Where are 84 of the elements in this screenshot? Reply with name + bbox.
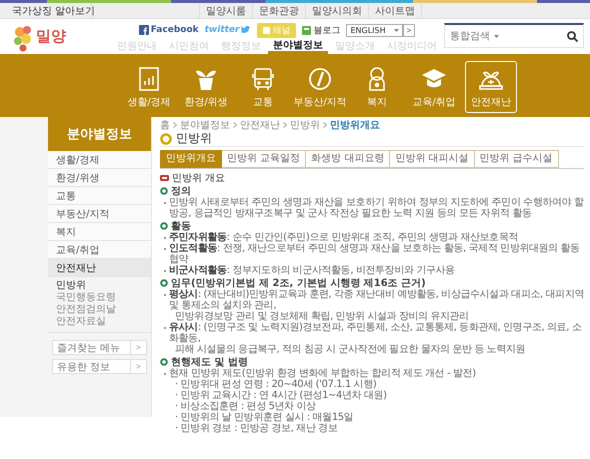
sidebar-item[interactable]: 교육/취업	[48, 241, 151, 259]
item-text: 비군사적활동: 정부지도하의 비군사적활동, 비전투장비와 기구사용	[169, 265, 456, 276]
subsection-title: 임무(민방위기본법 제 2조, 기본법 시행령 제16조 근거)	[171, 277, 426, 289]
blog-link[interactable]: 블로그	[302, 24, 340, 36]
quick-menu-link[interactable]: 유용한 정보	[53, 360, 130, 373]
submenu-item[interactable]: 국민행동요령	[56, 292, 151, 304]
tab[interactable]: 민방위 급수시설	[474, 150, 559, 168]
sidebar-item[interactable]: 생활/경제	[48, 151, 151, 169]
section-heading: 민방위 개요	[172, 172, 226, 184]
item-text: · 비상소집훈련 : 편성 5년차 이상	[174, 401, 317, 412]
category-tab[interactable]: 생활/경제	[123, 61, 175, 113]
item-text: 피해 시설물의 응급복구, 적의 침공 시 군사작전에 필요한 물자의 운반 등 노력지원	[174, 344, 526, 355]
item-text: · 민방위 교육시간 : 연 4시간 (편성1~4년차 대원)	[174, 390, 388, 401]
facebook-icon	[138, 25, 149, 35]
sidebar-item[interactable]: 부동산/지적	[48, 205, 151, 223]
ring-icon	[160, 358, 168, 366]
nav-item[interactable]: 분야별정보	[268, 38, 328, 54]
tab[interactable]: 화생방 대피요령	[306, 150, 390, 168]
sidebar-item[interactable]: 교통	[48, 187, 151, 205]
sidebar-item[interactable]: 복지	[48, 223, 151, 241]
twitter-link[interactable]: twitter	[204, 25, 252, 35]
search-icon	[567, 30, 578, 42]
caret-icon	[494, 34, 499, 38]
ring-icon	[160, 187, 168, 195]
top-link[interactable]: 문화관광	[252, 3, 305, 18]
item-text: 주민자위활동: 순수 민간인(주민)으로 민방위대 조직, 주민의 생명과 재산보호목적	[169, 232, 520, 243]
chevron-icon	[173, 122, 177, 128]
national-symbol-link[interactable]: 국가상징 알아보기	[12, 4, 96, 18]
sidebar-item[interactable]: 환경/위생	[48, 169, 151, 187]
category-tab[interactable]: 교통	[237, 61, 289, 113]
category-icon	[250, 65, 276, 92]
breadcrumb-link[interactable]: 민방위	[290, 118, 320, 132]
caret-icon	[394, 28, 399, 32]
breadcrumb-link[interactable]: 안전재난	[240, 118, 280, 132]
category-tab[interactable]: 복지	[351, 61, 403, 113]
submenu-item[interactable]: 안전자료실	[56, 316, 151, 328]
top-link[interactable]: 밀양시룸	[199, 3, 252, 18]
category-icon	[136, 65, 162, 92]
chevron-icon	[283, 122, 287, 128]
chevron-icon	[323, 122, 327, 128]
breadcrumb-link[interactable]: 홈	[160, 118, 170, 132]
item-text: 유사시: (인명구조 및 노력지원)경보전파, 주민통제, 소산, 교통통제, 등화관제, 인명구조, 의료, 소화활동,	[169, 322, 582, 344]
submenu-item[interactable]: 민방위	[56, 280, 151, 292]
blog-icon	[302, 26, 312, 34]
subsection-title: 정의	[171, 185, 191, 198]
submenu-item[interactable]: 안전점검의날	[56, 304, 151, 316]
tab[interactable]: 민방위개요	[160, 150, 222, 168]
item-text: · 민방위의 날 민방위훈련 실시 : 매월15일	[174, 412, 354, 423]
sidebar-item[interactable]: 안전재난	[48, 259, 151, 277]
heading-icon	[160, 174, 169, 180]
language-select[interactable]: ENGLISH	[346, 24, 403, 36]
tab[interactable]: 민방위 대피시설	[390, 150, 475, 168]
ring-icon	[160, 279, 168, 287]
item-text: 현재 민방위 제도(민방위 환경 변화에 부합하는 합리적 제도 개선 - 발전)	[169, 368, 477, 379]
circle-icon	[160, 132, 172, 144]
sidebar-title: 분야별정보	[48, 117, 151, 151]
top-link[interactable]: 사이트맵	[368, 3, 422, 18]
subsection-title: 활동	[171, 220, 191, 232]
item-text: 평상시: (재난대비)민방위교육과 훈련, 각종 재난대비 예방활동, 비상급수시설과 대피소, 대피지역 및 통제소의 설치와 관리,	[169, 289, 584, 311]
category-tab[interactable]: 안전재난	[465, 61, 517, 113]
logo-text[interactable]: 밀양	[36, 27, 66, 46]
channel-icon	[263, 26, 270, 34]
go-button[interactable]: >	[402, 24, 416, 36]
item-text: 민방위경보망 관리 및 경보체제 확립, 민방위 시설과 장비의 유지관리	[174, 311, 470, 322]
item-text: · 민방위대 편성 연령 : 20~40세 ('07.1.1 시행)	[174, 379, 378, 390]
ring-icon	[160, 222, 168, 230]
search-field[interactable]: 통합검색	[444, 23, 584, 48]
item-text: 인도적활동: 전쟁, 재난으로부터 주민의 생명과 재산을 보호하는 활동, 국제적 민방위대원의 활동 협약	[169, 243, 581, 265]
category-tab[interactable]: 부동산/지적	[294, 61, 346, 113]
category-tab[interactable]: 환경/위생	[180, 61, 232, 113]
top-link[interactable]: 밀양시의회	[305, 3, 368, 18]
category-icon	[307, 65, 333, 92]
facebook-link[interactable]: Facebook	[138, 25, 199, 35]
page-title: 민방위	[176, 130, 212, 147]
item-text: 민방위 사태로부터 주민의 생명과 재산을 보호하기 위하여 정부의 지도하에 주민이 수행하여야 할 방공, 응급적인 방재구조복구 및 군사 작전상 필요한 노력 지원 등의 모든 자위적 활동	[169, 197, 584, 219]
item-text: · 민방위 경보 : 민방공 경보, 재난 경보	[174, 423, 338, 434]
category-tab[interactable]: 교육/취업	[408, 61, 460, 113]
bird-icon	[241, 26, 252, 34]
quick-menu-link[interactable]: 즐겨찾는 메뉴	[53, 341, 130, 354]
chevron-icon	[233, 122, 237, 128]
breadcrumb-link[interactable]: 분야별정보	[180, 118, 230, 132]
breadcrumb-link[interactable]: 민방위개요	[330, 118, 380, 132]
subsection-title: 현행제도 및 법령	[171, 356, 248, 368]
tab[interactable]: 민방위 교육일정	[222, 150, 306, 168]
